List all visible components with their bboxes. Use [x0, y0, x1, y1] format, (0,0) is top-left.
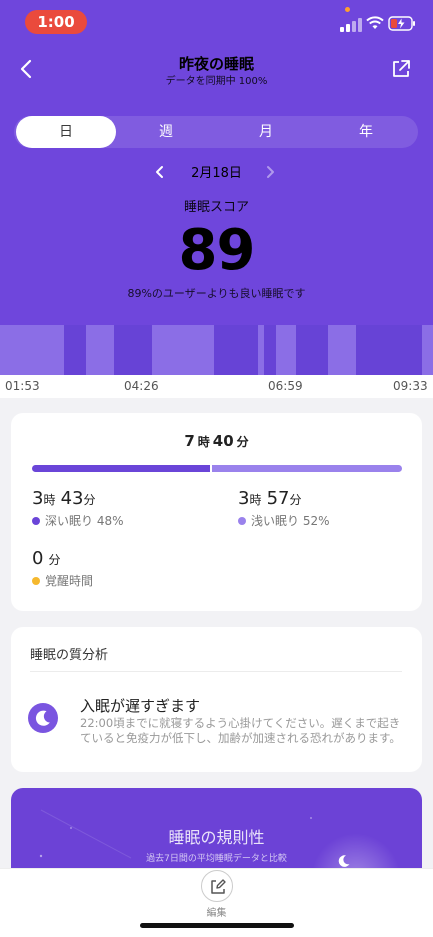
stage-deep-segment	[296, 325, 328, 375]
awake-dot	[32, 577, 40, 585]
regularity-subtitle: 過去7日間の平均睡眠データと比較	[146, 854, 287, 864]
minute-unit: 分	[289, 493, 302, 507]
awake-legend-text: 覚醒時間	[45, 574, 94, 588]
share-icon[interactable]	[390, 58, 412, 80]
deep-minutes: 43	[60, 488, 84, 509]
awake-legend: 覚醒時間	[32, 572, 93, 589]
privacy-indicator	[345, 7, 350, 12]
tab-year[interactable]: 年	[316, 116, 416, 148]
cellular-signal-icon	[340, 18, 362, 32]
stage-light-segment	[86, 325, 114, 375]
timeline-axis: 01:53 04:26 06:59 09:33	[0, 375, 433, 398]
awake-minutes: 0	[32, 548, 44, 569]
stage-light-segment	[276, 325, 296, 375]
home-indicator	[140, 923, 294, 928]
current-date: 2月18日	[191, 166, 242, 181]
light-sleep-legend-text: 浅い眠り 52%	[251, 514, 330, 528]
total-hours: 7	[184, 432, 195, 450]
quality-advice: 22:00頃までに就寝するよう心掛けてください。遅くまで起きていると免疫力が低下…	[80, 716, 401, 745]
hour-unit: 時	[197, 435, 210, 449]
divider	[30, 671, 402, 672]
timeline-label: 04:26	[124, 379, 159, 393]
stage-deep-segment	[64, 325, 86, 375]
stage-light-segment	[152, 325, 214, 375]
tab-day[interactable]: 日	[16, 116, 116, 148]
regularity-title: 睡眠の規則性	[168, 828, 265, 847]
page-title: 昨夜の睡眠	[178, 55, 254, 73]
tab-week[interactable]: 週	[116, 116, 216, 148]
light-sleep-bar	[212, 465, 402, 472]
stage-light-segment	[422, 325, 433, 375]
stage-deep-segment	[264, 325, 276, 375]
moon-icon	[28, 703, 58, 733]
status-bar: 1:00	[0, 0, 433, 44]
deep-sleep-legend-text: 深い眠り 48%	[45, 514, 124, 528]
score-description: 89%のユーザーよりも良い睡眠です	[127, 287, 306, 300]
deep-sleep-legend: 深い眠り 48%	[32, 512, 124, 529]
chevron-right-icon[interactable]	[264, 165, 276, 179]
quality-title: 睡眠の質分析	[30, 648, 109, 663]
score-label: 睡眠スコア	[183, 200, 249, 215]
sync-status: データを同期中 100%	[165, 76, 268, 87]
deep-sleep-duration: 3時 43分	[32, 488, 95, 509]
edit-icon	[211, 879, 226, 894]
deep-sleep-dot	[32, 517, 40, 525]
edit-button[interactable]	[201, 870, 233, 902]
sleep-stage-timeline[interactable]	[0, 325, 433, 375]
stage-light-segment	[328, 325, 356, 375]
light-sleep-duration: 3時 57分	[238, 488, 301, 509]
minute-unit: 分	[48, 553, 61, 567]
quality-heading: 入眠が遅すぎます	[80, 697, 201, 715]
light-hours: 3	[238, 488, 250, 509]
deep-sleep-bar	[32, 465, 210, 472]
awake-duration: 0 分	[32, 548, 61, 569]
total-minutes: 40	[212, 432, 234, 450]
deep-hours: 3	[32, 488, 44, 509]
hour-unit: 時	[43, 493, 56, 507]
light-minutes: 57	[266, 488, 290, 509]
stage-deep-segment	[356, 325, 422, 375]
stage-deep-segment	[114, 325, 152, 375]
status-time: 1:00	[25, 10, 87, 34]
timeline-label: 01:53	[5, 379, 40, 393]
minute-unit: 分	[83, 493, 96, 507]
edit-label: 編集	[206, 908, 227, 919]
light-sleep-legend: 浅い眠り 52%	[238, 512, 330, 529]
stage-light-segment	[0, 325, 64, 375]
timeline-label: 09:33	[393, 379, 428, 393]
minute-unit: 分	[236, 435, 249, 449]
timeline-label: 06:59	[268, 379, 303, 393]
total-sleep-time: 7 時 40 分	[0, 432, 433, 450]
battery-charging-icon	[388, 16, 415, 31]
hour-unit: 時	[249, 493, 262, 507]
stage-deep-segment	[214, 325, 258, 375]
sleep-score: 89	[178, 218, 256, 283]
tab-month[interactable]: 月	[216, 116, 316, 148]
period-tabs: 日 週 月 年	[14, 116, 418, 148]
light-sleep-dot	[238, 517, 246, 525]
wifi-icon	[366, 16, 384, 29]
